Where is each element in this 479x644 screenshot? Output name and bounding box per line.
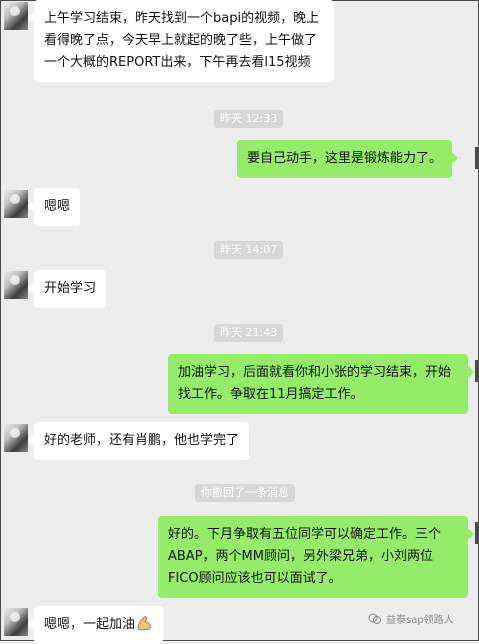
message-bubble-left[interactable]: 开始学习 xyxy=(27,270,107,308)
message-bubble-left[interactable]: 好的老师，还有肖鹏，他也学完了 xyxy=(27,422,250,460)
flexed-biceps-icon xyxy=(137,616,151,631)
avatar-self[interactable] xyxy=(475,522,479,544)
watermark-text: 益泰sap领路人 xyxy=(386,615,454,626)
avatar[interactable] xyxy=(4,424,28,452)
avatar[interactable] xyxy=(4,608,28,636)
message-bubble-right[interactable]: 要自己动手，这里是锻炼能力了。 xyxy=(237,140,459,178)
watermark: 益泰sap领路人 xyxy=(368,611,454,626)
message-text: 嗯嗯，一起加油 xyxy=(44,617,136,632)
message-bubble-right[interactable]: 加油学习，后面就看你和小张的学习结束，开始找工作。争取在11月搞定工作。 xyxy=(168,354,474,414)
avatar[interactable] xyxy=(4,2,28,30)
timestamp: 昨天 14:07 xyxy=(214,241,284,259)
avatar-self[interactable] xyxy=(475,360,479,382)
message-bubble-left[interactable]: 嗯嗯 xyxy=(27,188,81,226)
message-bubble-left[interactable]: 上午学习结束，昨天找到一个bapi的视频，晚上看得晚了点，今天早上就起的晚了些，… xyxy=(28,0,334,82)
timestamp: 昨天 12:33 xyxy=(214,110,284,128)
wechat-icon xyxy=(368,613,381,624)
recall-notice: 你撤回了一条消息 xyxy=(195,484,295,502)
avatar[interactable] xyxy=(4,271,28,299)
avatar-self[interactable] xyxy=(475,147,479,169)
avatar[interactable] xyxy=(4,190,28,218)
timestamp: 昨天 21:43 xyxy=(214,324,284,342)
message-bubble-right[interactable]: 好的。下月争取有五位同学可以确定工作。三个ABAP，两个MM顾问，另外梁兄弟，小… xyxy=(158,516,474,598)
message-bubble-left[interactable]: 嗯嗯，一起加油 xyxy=(27,606,164,644)
